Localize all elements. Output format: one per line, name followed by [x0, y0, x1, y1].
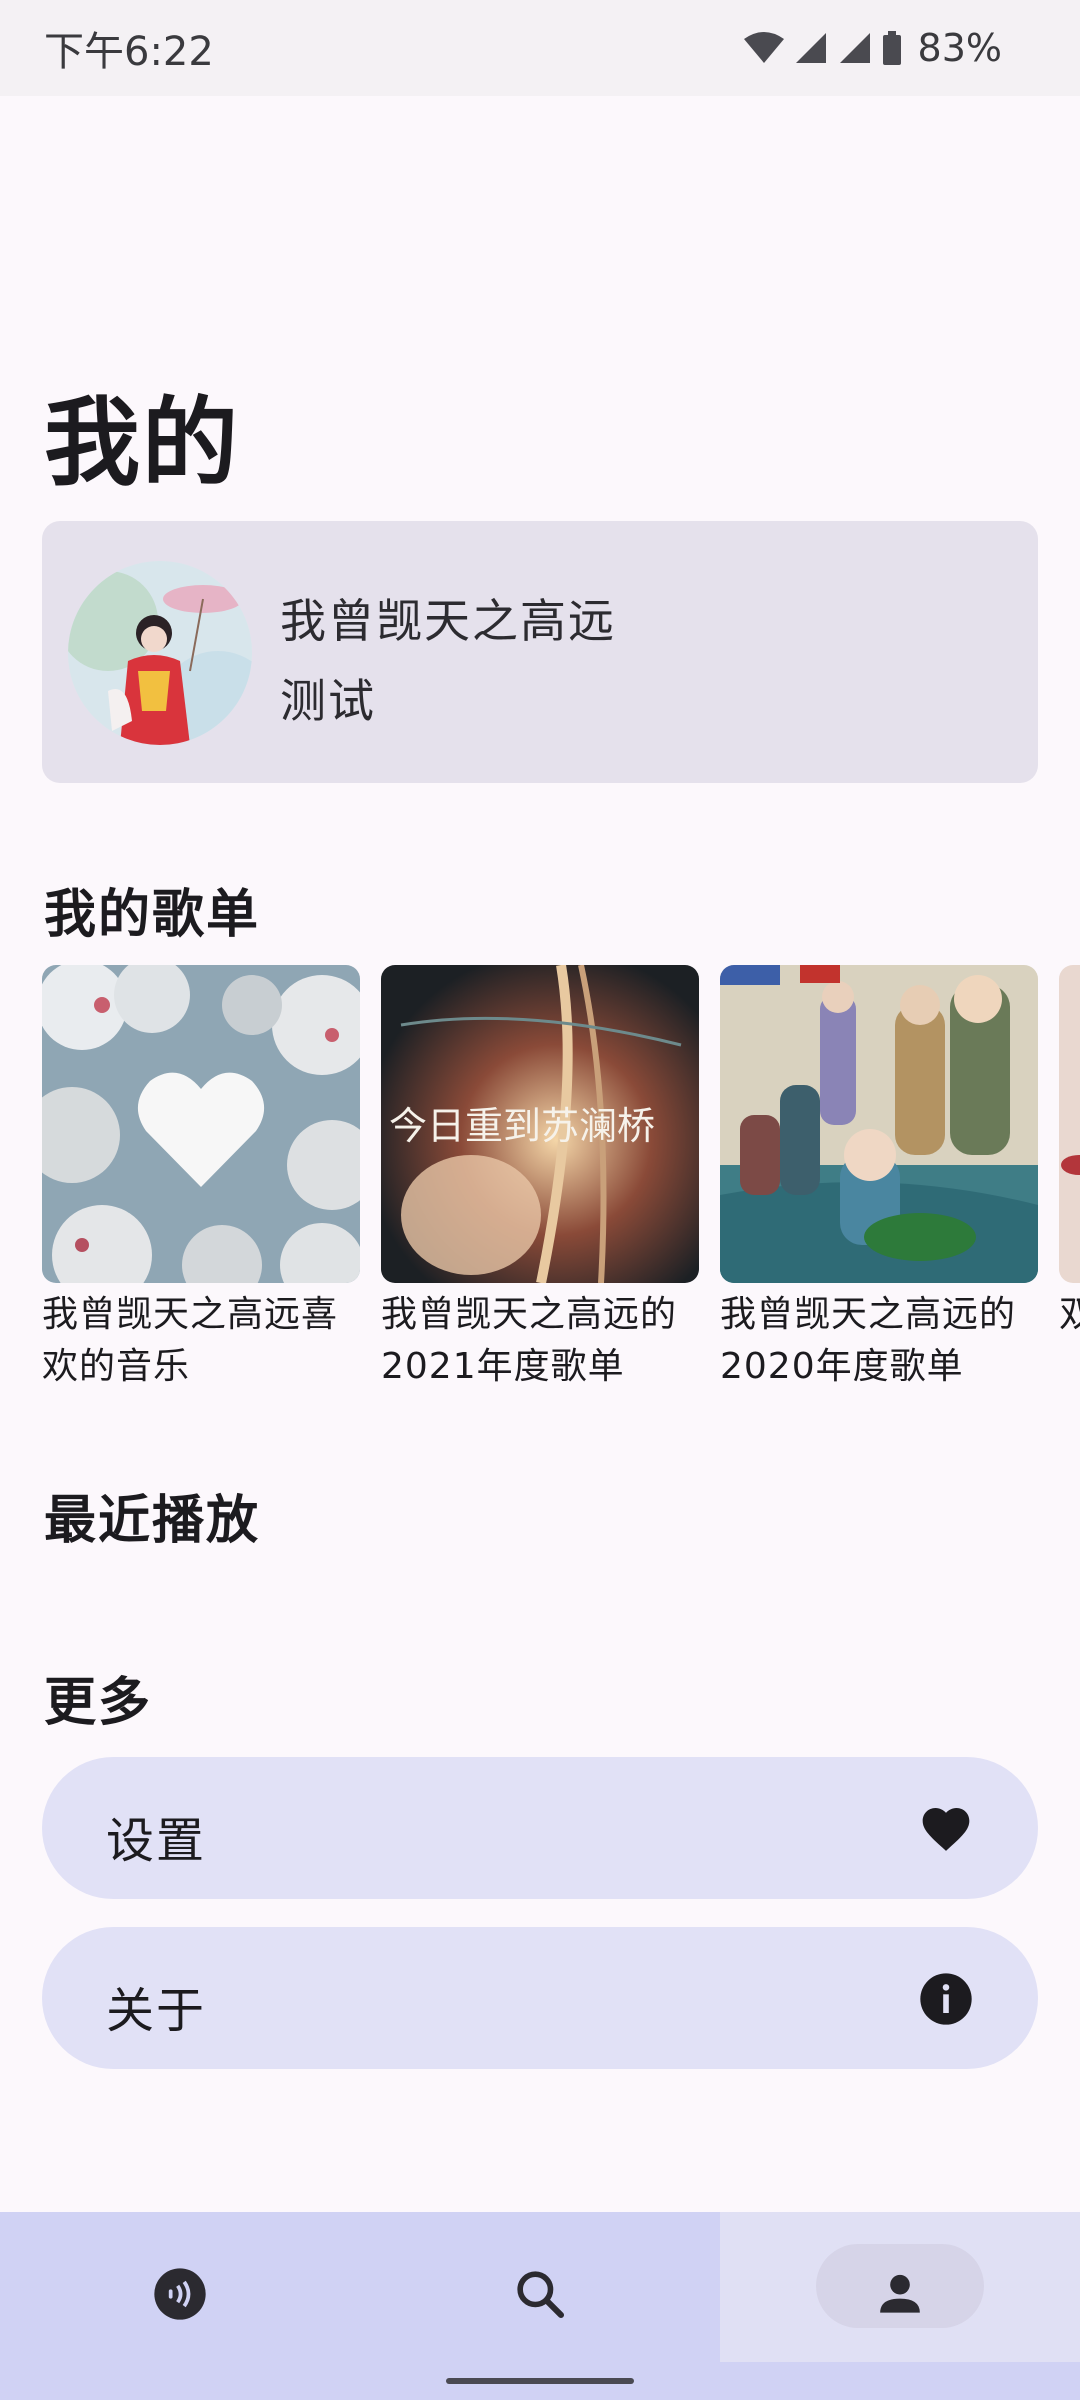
playlist-name: 我曾觊天之高远的2021年度歌单: [381, 1294, 678, 1387]
bottom-navigation: [0, 2212, 1080, 2400]
playlist-cover: [1059, 965, 1080, 1283]
battery-icon: [882, 31, 901, 65]
battery-level: 83%: [917, 26, 1002, 70]
nav-profile[interactable]: [720, 2212, 1080, 2362]
signal-icon: [795, 33, 826, 63]
settings-label: 设置: [106, 1813, 207, 1869]
recent-section-title: 最近播放: [44, 1491, 261, 1551]
nav-podcast[interactable]: [0, 2212, 360, 2362]
home-indicator[interactable]: [446, 2378, 634, 2384]
about-label: 关于: [106, 1983, 207, 2039]
cover-text: 今日重到苏澜桥: [389, 1104, 656, 1148]
status-icons: 83%: [743, 26, 1002, 70]
playlist-cover: 今日重到苏澜桥: [381, 965, 699, 1283]
playlist-cover: [42, 965, 360, 1283]
status-bar: 下午6:22 83%: [0, 0, 1080, 96]
heart-icon: [922, 1808, 970, 1851]
profile-card[interactable]: 我曾觊天之高远 测试: [42, 521, 1038, 783]
person-icon: [880, 2274, 920, 2313]
info-icon: [920, 1973, 972, 2025]
playlist-card[interactable]: 我曾觊天之高远的2020年度歌单: [720, 965, 1038, 1393]
signal-icon-2: [839, 33, 870, 63]
playlist-card[interactable]: 我曾觊天之高远喜欢的音乐: [42, 965, 360, 1393]
nav-search[interactable]: [360, 2212, 720, 2362]
playlist-card[interactable]: 今日重到苏澜桥 我曾觊天之高远的2021年度歌单: [381, 965, 699, 1393]
page-title: 我的: [44, 387, 240, 499]
playlist-card[interactable]: 双笙: [1059, 965, 1080, 1341]
search-icon: [517, 2271, 565, 2319]
avatar: [68, 561, 252, 745]
settings-button[interactable]: 设置: [42, 1757, 1038, 1899]
playlist-cover: [720, 965, 1038, 1283]
playlist-row[interactable]: 我曾觊天之高远喜欢的音乐 今日重到苏澜桥 我曾觊天之高远的2021年度歌单 我曾…: [42, 965, 1080, 1395]
status-time: 下午6:22: [44, 29, 214, 75]
podcast-icon: [154, 2268, 206, 2320]
more-section-title: 更多: [44, 1673, 153, 1733]
playlists-section-title: 我的歌单: [44, 885, 261, 945]
profile-subtitle: 测试: [280, 674, 376, 728]
profile-name: 我曾觊天之高远: [280, 594, 616, 648]
wifi-icon: [743, 32, 784, 63]
playlist-name: 我曾觊天之高远喜欢的音乐: [42, 1294, 339, 1387]
about-button[interactable]: 关于: [42, 1927, 1038, 2069]
playlist-name: 双笙: [1059, 1294, 1080, 1335]
playlist-name: 我曾觊天之高远的2020年度歌单: [720, 1294, 1017, 1387]
